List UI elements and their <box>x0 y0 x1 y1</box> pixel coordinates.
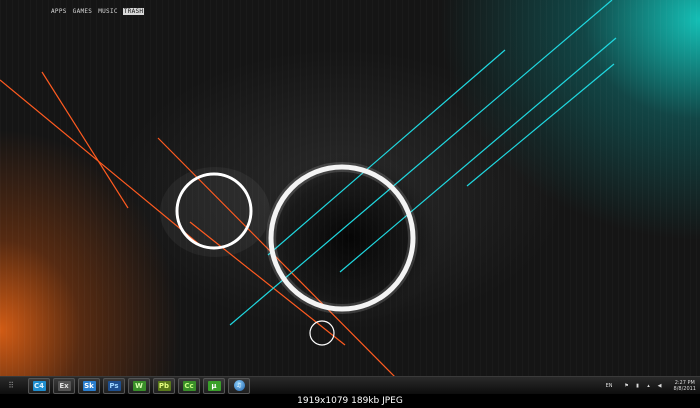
flag-icon[interactable]: ⚑ <box>624 383 630 389</box>
signal-icon[interactable]: ▴ <box>646 383 652 389</box>
language-indicator[interactable]: EN <box>606 383 613 389</box>
taskbar-app-button[interactable]: Ex <box>53 377 75 394</box>
pinned-apps: C4 Ex Sk Ps W Pb Cc μ ♫ <box>28 377 250 394</box>
orange-line <box>41 71 129 209</box>
taskbar-app-button[interactable]: Ps <box>103 377 125 394</box>
orange-line <box>0 79 201 246</box>
menu-item-music[interactable]: MUSIC <box>97 8 119 15</box>
taskbar: ⠿ C4 Ex Sk Ps W Pb Cc μ ♫ EN ⚑ ▮ ▴ ◀ 2:27 PM 8/8… <box>0 376 700 394</box>
start-button[interactable]: ⠿ <box>4 379 18 393</box>
app-icon: ♫ <box>233 380 245 391</box>
clock-date: 8/8/2011 <box>673 385 696 392</box>
taskbar-app-button[interactable]: Pb <box>153 377 175 394</box>
app-icon: Sk <box>82 380 96 391</box>
menu-item-trash[interactable]: TRASH <box>122 8 145 15</box>
taskbar-app-button[interactable]: μ <box>203 377 225 394</box>
volume-icon[interactable]: ◀ <box>657 383 663 389</box>
app-icon: W <box>132 380 146 391</box>
system-tray: EN ⚑ ▮ ▴ ◀ 2:27 PM 8/8/2011 <box>606 377 696 394</box>
menu-item-apps[interactable]: APPS <box>50 8 68 15</box>
desktop-menu: APPS GAMES MUSIC TRASH <box>50 8 145 15</box>
app-icon: Ps <box>107 380 121 391</box>
teal-line <box>466 63 615 187</box>
app-icon: Pb <box>157 380 171 391</box>
network-icon[interactable]: ▮ <box>635 383 641 389</box>
clock[interactable]: 2:27 PM 8/8/2011 <box>674 380 696 392</box>
image-info-text: 1919x1079 189kb JPEG <box>297 396 403 406</box>
image-info-bar: 1919x1079 189kb JPEG <box>0 394 700 408</box>
taskbar-app-button[interactable]: W <box>128 377 150 394</box>
menu-item-games[interactable]: GAMES <box>72 8 94 15</box>
screen: APPS GAMES MUSIC TRASH ⠿ C4 Ex Sk Ps W Pb Cc μ ♫… <box>0 0 700 408</box>
app-icon: C4 <box>32 380 46 391</box>
app-icon: μ <box>207 380 221 391</box>
taskbar-app-button[interactable]: ♫ <box>228 377 250 394</box>
wallpaper-art <box>0 0 617 376</box>
taskbar-app-button[interactable]: Sk <box>78 377 100 394</box>
desktop-wallpaper[interactable]: APPS GAMES MUSIC TRASH <box>0 0 700 376</box>
taskbar-app-button[interactable]: Cc <box>178 377 200 394</box>
app-icon: Cc <box>182 380 196 391</box>
app-icon: Ex <box>57 380 71 391</box>
start-icon: ⠿ <box>8 381 14 390</box>
taskbar-app-button[interactable]: C4 <box>28 377 50 394</box>
